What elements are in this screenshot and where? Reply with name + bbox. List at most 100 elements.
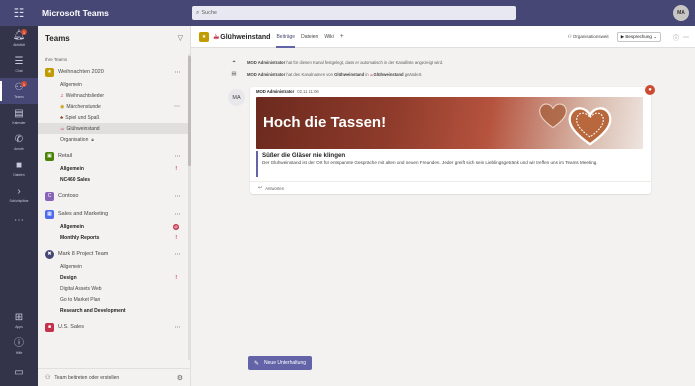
reply-button[interactable]: ↩ Antworten bbox=[250, 181, 651, 194]
reply-icon: ↩ bbox=[258, 185, 263, 191]
rail-teams[interactable]: ⚇ 1 Teams bbox=[0, 78, 38, 104]
channel-allgemein[interactable]: Allgemein bbox=[38, 79, 188, 90]
channel-research-and-development[interactable]: Research and Development bbox=[38, 305, 188, 316]
team-name: Mark 8 Project Team bbox=[58, 251, 109, 257]
compose-icon: ✎ bbox=[254, 360, 260, 367]
system-text: hat den Kanalnamen von bbox=[286, 71, 333, 77]
channel-gluehweinstand[interactable]: ☕︎ Glühweinstand bbox=[38, 123, 188, 134]
panel-title: Teams bbox=[45, 33, 70, 43]
teams-list[interactable]: Ihre Teams ★ Weihnachten 2020 ⋯ Allgemei… bbox=[38, 54, 188, 360]
team-sales-and-marketing[interactable]: ▦ Sales and Marketing ⋯ bbox=[38, 207, 188, 221]
info-icon[interactable]: ⓘ bbox=[673, 33, 679, 42]
search-icon: ⌕ bbox=[196, 9, 200, 16]
rail-chat[interactable]: ☰ Chat bbox=[0, 52, 38, 78]
channel-maerchenstunde[interactable]: ◉ Märchenstunde ⋯ bbox=[38, 101, 188, 112]
old-channel-name: Glühweinstand bbox=[334, 71, 365, 77]
channel-post[interactable]: MOD Administrator 02.11 11:06 ● Hoch die… bbox=[250, 85, 655, 194]
app-launcher-icon[interactable]: ☷ bbox=[0, 0, 38, 26]
channel-spiel-und-spass[interactable]: ♣ Spiel und Spaß bbox=[38, 112, 188, 123]
apps-icon: ⊞ bbox=[14, 312, 24, 323]
channel-design[interactable]: Design! bbox=[38, 272, 188, 283]
important-icon: ! bbox=[175, 274, 177, 281]
team-retail[interactable]: ▣ Retail ⋯ bbox=[38, 149, 188, 163]
channel-allgemein[interactable]: Allgemein! bbox=[38, 163, 188, 174]
phone-icon: ✆ bbox=[14, 134, 24, 145]
rail-calls[interactable]: ✆ Anrufe bbox=[0, 130, 38, 156]
rail-help[interactable]: ⓘ Hilfe bbox=[0, 334, 38, 360]
teams-badge: 1 bbox=[21, 81, 27, 87]
teams-panel: Teams ▽ Ihre Teams ★ Weihnachten 2020 ⋯ … bbox=[38, 26, 191, 386]
team-name: Weihnachten 2020 bbox=[58, 69, 104, 75]
join-or-create-team-button[interactable]: ⚇ Team beitreten oder erstellen ⚙ bbox=[38, 368, 191, 386]
channel-view: ★ ☕︎Glühweinstand Beiträge Dateien Wiki … bbox=[191, 26, 695, 386]
gingerbread-heart-icon bbox=[568, 107, 612, 146]
rail-activity[interactable]: 🔔︎ 1 Aktivität bbox=[0, 26, 38, 52]
gear-icon[interactable]: ⚙ bbox=[177, 374, 183, 382]
more-options-icon[interactable]: ⋯ bbox=[683, 34, 689, 41]
system-message: ▤ MOD Administrator hat den Kanalnamen v… bbox=[231, 71, 422, 77]
actor-name: MOD Administrator bbox=[247, 60, 286, 65]
channel-name: Allgemein bbox=[60, 223, 84, 230]
rail-label: Apps bbox=[15, 325, 23, 329]
new-channel-name: Glühweinstand bbox=[373, 71, 404, 77]
game-icon: ♣ bbox=[60, 114, 64, 121]
new-conversation-button[interactable]: ✎ Neue Unterhaltung bbox=[248, 356, 313, 370]
rail-feedback[interactable]: ▭ bbox=[0, 360, 38, 386]
team-weihnachten[interactable]: ★ Weihnachten 2020 ⋯ bbox=[38, 65, 188, 79]
more-options-icon[interactable]: ⋯ bbox=[175, 193, 181, 200]
channel-weihnachtslieder[interactable]: ♫ Weihnachtslieder bbox=[38, 90, 188, 101]
reaction-icon[interactable]: ● bbox=[645, 85, 655, 95]
tab-dateien[interactable]: Dateien bbox=[301, 26, 318, 48]
channel-go-to-market-plan[interactable]: Go to Market Plan bbox=[38, 294, 188, 305]
add-tab-icon[interactable]: + bbox=[340, 26, 344, 48]
user-avatar[interactable]: MA bbox=[673, 5, 689, 21]
more-options-icon[interactable]: ⋯ bbox=[174, 103, 180, 110]
tab-beitraege[interactable]: Beiträge bbox=[276, 26, 295, 48]
channel-name: NC460 Sales bbox=[60, 176, 91, 183]
more-options-icon[interactable]: ⋯ bbox=[175, 324, 181, 331]
system-text: hat für diesen Kanal festgelegt, dass er… bbox=[286, 60, 444, 65]
team-icon: C bbox=[45, 191, 54, 201]
more-icon: ⋯ bbox=[14, 215, 24, 226]
channel-name: Allgemein bbox=[60, 81, 82, 88]
meet-label: Besprechung bbox=[625, 34, 652, 39]
channel-title: ☕︎Glühweinstand bbox=[213, 33, 270, 41]
channel-allgemein[interactable]: Allgemein @ bbox=[38, 221, 188, 232]
channel-monthly-reports[interactable]: Monthly Reports! bbox=[38, 232, 188, 243]
team-name: Retail bbox=[58, 153, 73, 159]
team-icon: ▣ bbox=[45, 151, 54, 161]
cup-icon: ☕︎ bbox=[213, 33, 220, 41]
more-options-icon[interactable]: ⋯ bbox=[175, 153, 181, 160]
team-mark-8-project[interactable]: ✖ Mark 8 Project Team ⋯ bbox=[38, 247, 188, 261]
channel-allgemein[interactable]: Allgemein bbox=[38, 261, 188, 272]
section-label: Ihre Teams bbox=[45, 57, 68, 62]
channel-digital-assets-web[interactable]: Digital Assets Web bbox=[38, 283, 188, 294]
hero-image: Hoch die Tassen! bbox=[256, 97, 643, 149]
join-create-label: Team beitreten oder erstellen bbox=[54, 374, 120, 381]
filter-icon[interactable]: ▽ bbox=[178, 34, 183, 42]
calendar-icon: ▤ bbox=[14, 108, 24, 119]
org-wide-button[interactable]: ⚇ Organisationsweit bbox=[568, 34, 609, 40]
tab-wiki[interactable]: Wiki bbox=[324, 26, 333, 48]
team-contoso[interactable]: C Contoso ⋯ bbox=[38, 189, 188, 203]
more-options-icon[interactable]: ⋯ bbox=[175, 251, 181, 258]
more-options-icon[interactable]: ⋯ bbox=[175, 211, 181, 218]
meet-button[interactable]: ▶ Besprechung ⌄ bbox=[616, 32, 661, 42]
search-input[interactable]: ⌕ Suche bbox=[192, 6, 516, 20]
rail-shifts[interactable]: › Schichtpläne bbox=[0, 182, 38, 208]
system-text: in bbox=[365, 71, 369, 77]
channel-name: Allgemein bbox=[60, 165, 84, 172]
system-message: ⌖ MOD Administrator hat für diesen Kanal… bbox=[231, 59, 443, 66]
panel-header: Teams ▽ bbox=[38, 26, 190, 50]
rail-files[interactable]: ■ Dateien bbox=[0, 156, 38, 182]
channel-nc460-sales[interactable]: NC460 Sales bbox=[38, 174, 188, 185]
rail-calendar[interactable]: ▤ Kalender bbox=[0, 104, 38, 130]
rename-icon: ▤ bbox=[231, 71, 237, 77]
channel-organisation[interactable]: Organisation 🔒︎ bbox=[38, 134, 188, 145]
channel-name: Weihnachtslieder bbox=[65, 92, 105, 99]
author-avatar[interactable]: MA bbox=[228, 89, 245, 106]
rail-apps[interactable]: ⊞ Apps bbox=[0, 308, 38, 334]
rail-more[interactable]: ⋯ bbox=[0, 208, 38, 234]
team-us-sales[interactable]: ■ U.S. Sales ⋯ bbox=[38, 320, 188, 334]
more-options-icon[interactable]: ⋯ bbox=[175, 69, 181, 76]
